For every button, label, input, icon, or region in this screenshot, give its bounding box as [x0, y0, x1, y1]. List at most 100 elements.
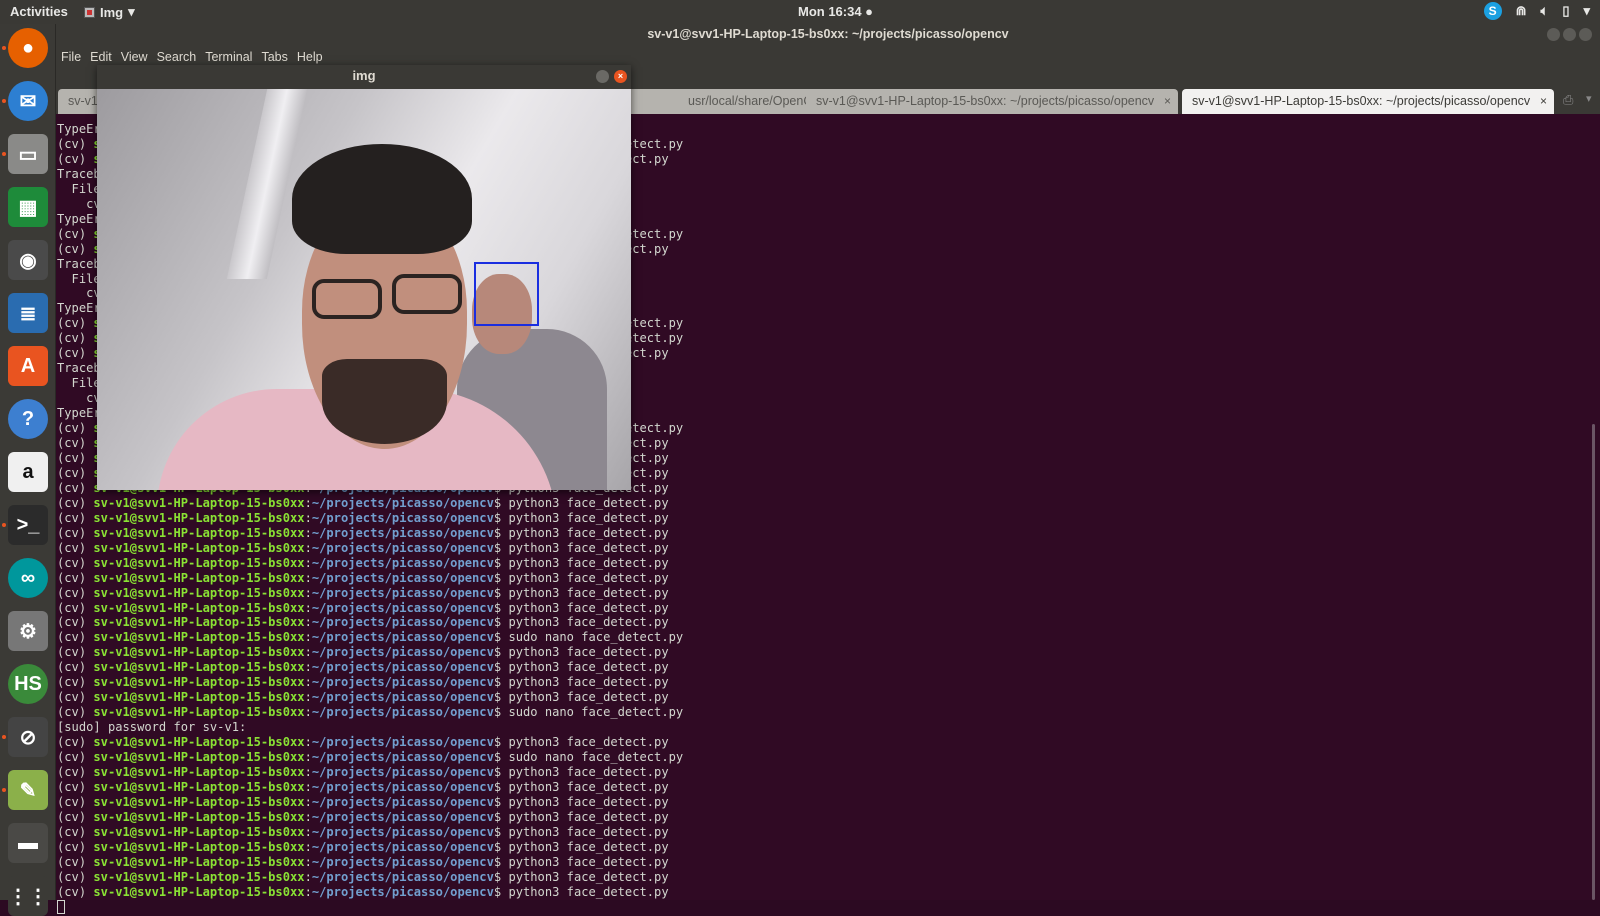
prompt-dollar: $	[493, 555, 509, 570]
writer-icon[interactable]: ≣	[8, 293, 48, 333]
hs-icon[interactable]: HS	[8, 664, 48, 704]
prompt-dollar: $	[493, 764, 509, 779]
terminal-line: (cv) sv-v1@svv1-HP-Laptop-15-bs0xx:~/pro…	[57, 750, 1600, 765]
prompt-env: (cv)	[57, 630, 94, 645]
prompt-dollar: $	[493, 510, 509, 525]
prompt-sep: :	[304, 525, 312, 540]
prompt-user: sv-v1@svv1-HP-Laptop-15-bs0xx	[93, 794, 305, 809]
running-indicator	[2, 46, 6, 50]
rhythmbox-icon[interactable]: ◉	[8, 240, 48, 280]
text-cursor	[57, 900, 65, 915]
img-window-titlebar[interactable]: img ×	[97, 65, 631, 89]
amazon-icon[interactable]: a	[8, 452, 48, 492]
prompt-user: sv-v1@svv1-HP-Laptop-15-bs0xx	[93, 824, 305, 839]
software-icon[interactable]: A	[8, 346, 48, 386]
image-viewer-icon[interactable]: ✎	[8, 770, 48, 810]
system-tray[interactable]: S ⋒ 🔈︎ ▯ ▾	[1483, 2, 1590, 20]
prompt-path: ~/projects/picasso/opencv	[311, 884, 494, 899]
new-tab-icon[interactable]: ⎙	[1563, 92, 1573, 108]
prompt-user: sv-v1@svv1-HP-Laptop-15-bs0xx	[93, 854, 305, 869]
volume-icon[interactable]: 🔈︎	[1541, 3, 1549, 19]
prompt-user: sv-v1@svv1-HP-Laptop-15-bs0xx	[93, 690, 305, 705]
settings-icon[interactable]: ⚙	[8, 611, 48, 651]
menu-terminal[interactable]: Terminal	[205, 50, 252, 64]
close-button[interactable]: ×	[614, 70, 627, 83]
battery-icon[interactable]: ▯	[1562, 3, 1569, 19]
firefox-icon[interactable]: ●	[8, 28, 48, 68]
files-icon[interactable]: ▭	[8, 134, 48, 174]
minimize-button[interactable]	[596, 70, 609, 83]
minimize-button[interactable]	[1547, 28, 1560, 41]
activities-button[interactable]: Activities	[10, 4, 68, 19]
menu-search[interactable]: Search	[157, 50, 197, 64]
prompt-env: (cv)	[57, 675, 94, 690]
prompt-env: (cv)	[57, 660, 94, 675]
clock[interactable]: Mon 16:34 ●	[798, 4, 873, 19]
prompt-dollar: $	[493, 869, 509, 884]
app-icon	[84, 6, 95, 18]
command: python3 face_detect.py	[508, 540, 669, 555]
terminal-line: (cv) sv-v1@svv1-HP-Laptop-15-bs0xx:~/pro…	[57, 810, 1600, 825]
menu-file[interactable]: File	[61, 50, 81, 64]
prompt-env: (cv)	[57, 869, 94, 884]
menu-tabs[interactable]: Tabs	[261, 50, 287, 64]
wifi-icon[interactable]: ⋒	[1516, 3, 1527, 19]
app-menu[interactable]: Img ▾	[84, 4, 135, 20]
menu-view[interactable]: View	[121, 50, 148, 64]
terminal-line: (cv) sv-v1@svv1-HP-Laptop-15-bs0xx:~/pro…	[57, 825, 1600, 840]
arduino-icon[interactable]: ∞	[8, 558, 48, 598]
calc-icon[interactable]: ▦	[8, 187, 48, 227]
trash-icon[interactable]: ▬	[8, 823, 48, 863]
skype-icon[interactable]: S	[1483, 2, 1502, 20]
prompt-path: ~/projects/picasso/opencv	[311, 495, 494, 510]
output-text: File	[57, 181, 101, 196]
tab-3[interactable]: sv-v1@svv1-HP-Laptop-15-bs0xx: ~/project…	[806, 89, 1178, 114]
apps-icon[interactable]: ⋮⋮	[8, 876, 48, 916]
prompt-env: (cv)	[57, 809, 94, 824]
terminal-line: (cv) sv-v1@svv1-HP-Laptop-15-bs0xx:~/pro…	[57, 795, 1600, 810]
prompt-env: (cv)	[57, 316, 94, 331]
prompt-path: ~/projects/picasso/opencv	[311, 779, 494, 794]
terminal-icon[interactable]: >_	[8, 505, 48, 545]
person-beard	[322, 359, 447, 444]
command: python3 face_detect.py	[508, 735, 669, 750]
command: python3 face_detect.py	[508, 690, 669, 705]
menu-help[interactable]: Help	[297, 50, 323, 64]
prompt-dollar: $	[493, 600, 509, 615]
prompt-path: ~/projects/picasso/opencv	[311, 540, 494, 555]
close-tab-icon[interactable]: ×	[1540, 89, 1547, 113]
prompt-path: ~/projects/picasso/opencv	[311, 764, 494, 779]
close-tab-icon[interactable]: ×	[1164, 89, 1171, 113]
output-text: TypeEr	[57, 406, 101, 421]
blocked-icon[interactable]: ⊘	[8, 717, 48, 757]
prompt-sep: :	[304, 645, 312, 660]
prompt-path: ~/projects/picasso/opencv	[311, 570, 494, 585]
prompt-sep: :	[304, 750, 312, 765]
prompt-env: (cv)	[57, 346, 94, 361]
maximize-button[interactable]	[1563, 28, 1576, 41]
prompt-env: (cv)	[57, 136, 94, 151]
prompt-sep: :	[304, 764, 312, 779]
prompt-env: (cv)	[57, 750, 94, 765]
prompt-dollar: $	[493, 540, 509, 555]
terminal-line: (cv) sv-v1@svv1-HP-Laptop-15-bs0xx:~/pro…	[57, 855, 1600, 870]
prompt-dollar: $	[493, 645, 509, 660]
tab-4-active[interactable]: sv-v1@svv1-HP-Laptop-15-bs0xx: ~/project…	[1182, 89, 1554, 114]
prompt-path: ~/projects/picasso/opencv	[311, 660, 494, 675]
prompt-env: (cv)	[57, 525, 94, 540]
prompt-user: sv-v1@svv1-HP-Laptop-15-bs0xx	[93, 705, 305, 720]
thunderbird-icon[interactable]: ✉	[8, 81, 48, 121]
command: python3 face_detect.py	[508, 525, 669, 540]
prompt-path: ~/projects/picasso/opencv	[311, 630, 494, 645]
top-panel: Activities Img ▾ Mon 16:34 ● S ⋒ 🔈︎ ▯ ▾	[0, 0, 1600, 24]
close-button[interactable]	[1579, 28, 1592, 41]
prompt-dollar: $	[493, 794, 509, 809]
img-window[interactable]: img ×	[97, 65, 631, 490]
tabs-menu-chevron-icon[interactable]: ▾	[1586, 92, 1592, 105]
chevron-down-icon[interactable]: ▾	[1583, 3, 1590, 19]
scrollbar[interactable]	[1592, 424, 1595, 900]
prompt-sep: :	[304, 779, 312, 794]
help-icon[interactable]: ?	[8, 399, 48, 439]
menu-edit[interactable]: Edit	[90, 50, 112, 64]
prompt-dollar: $	[493, 675, 509, 690]
